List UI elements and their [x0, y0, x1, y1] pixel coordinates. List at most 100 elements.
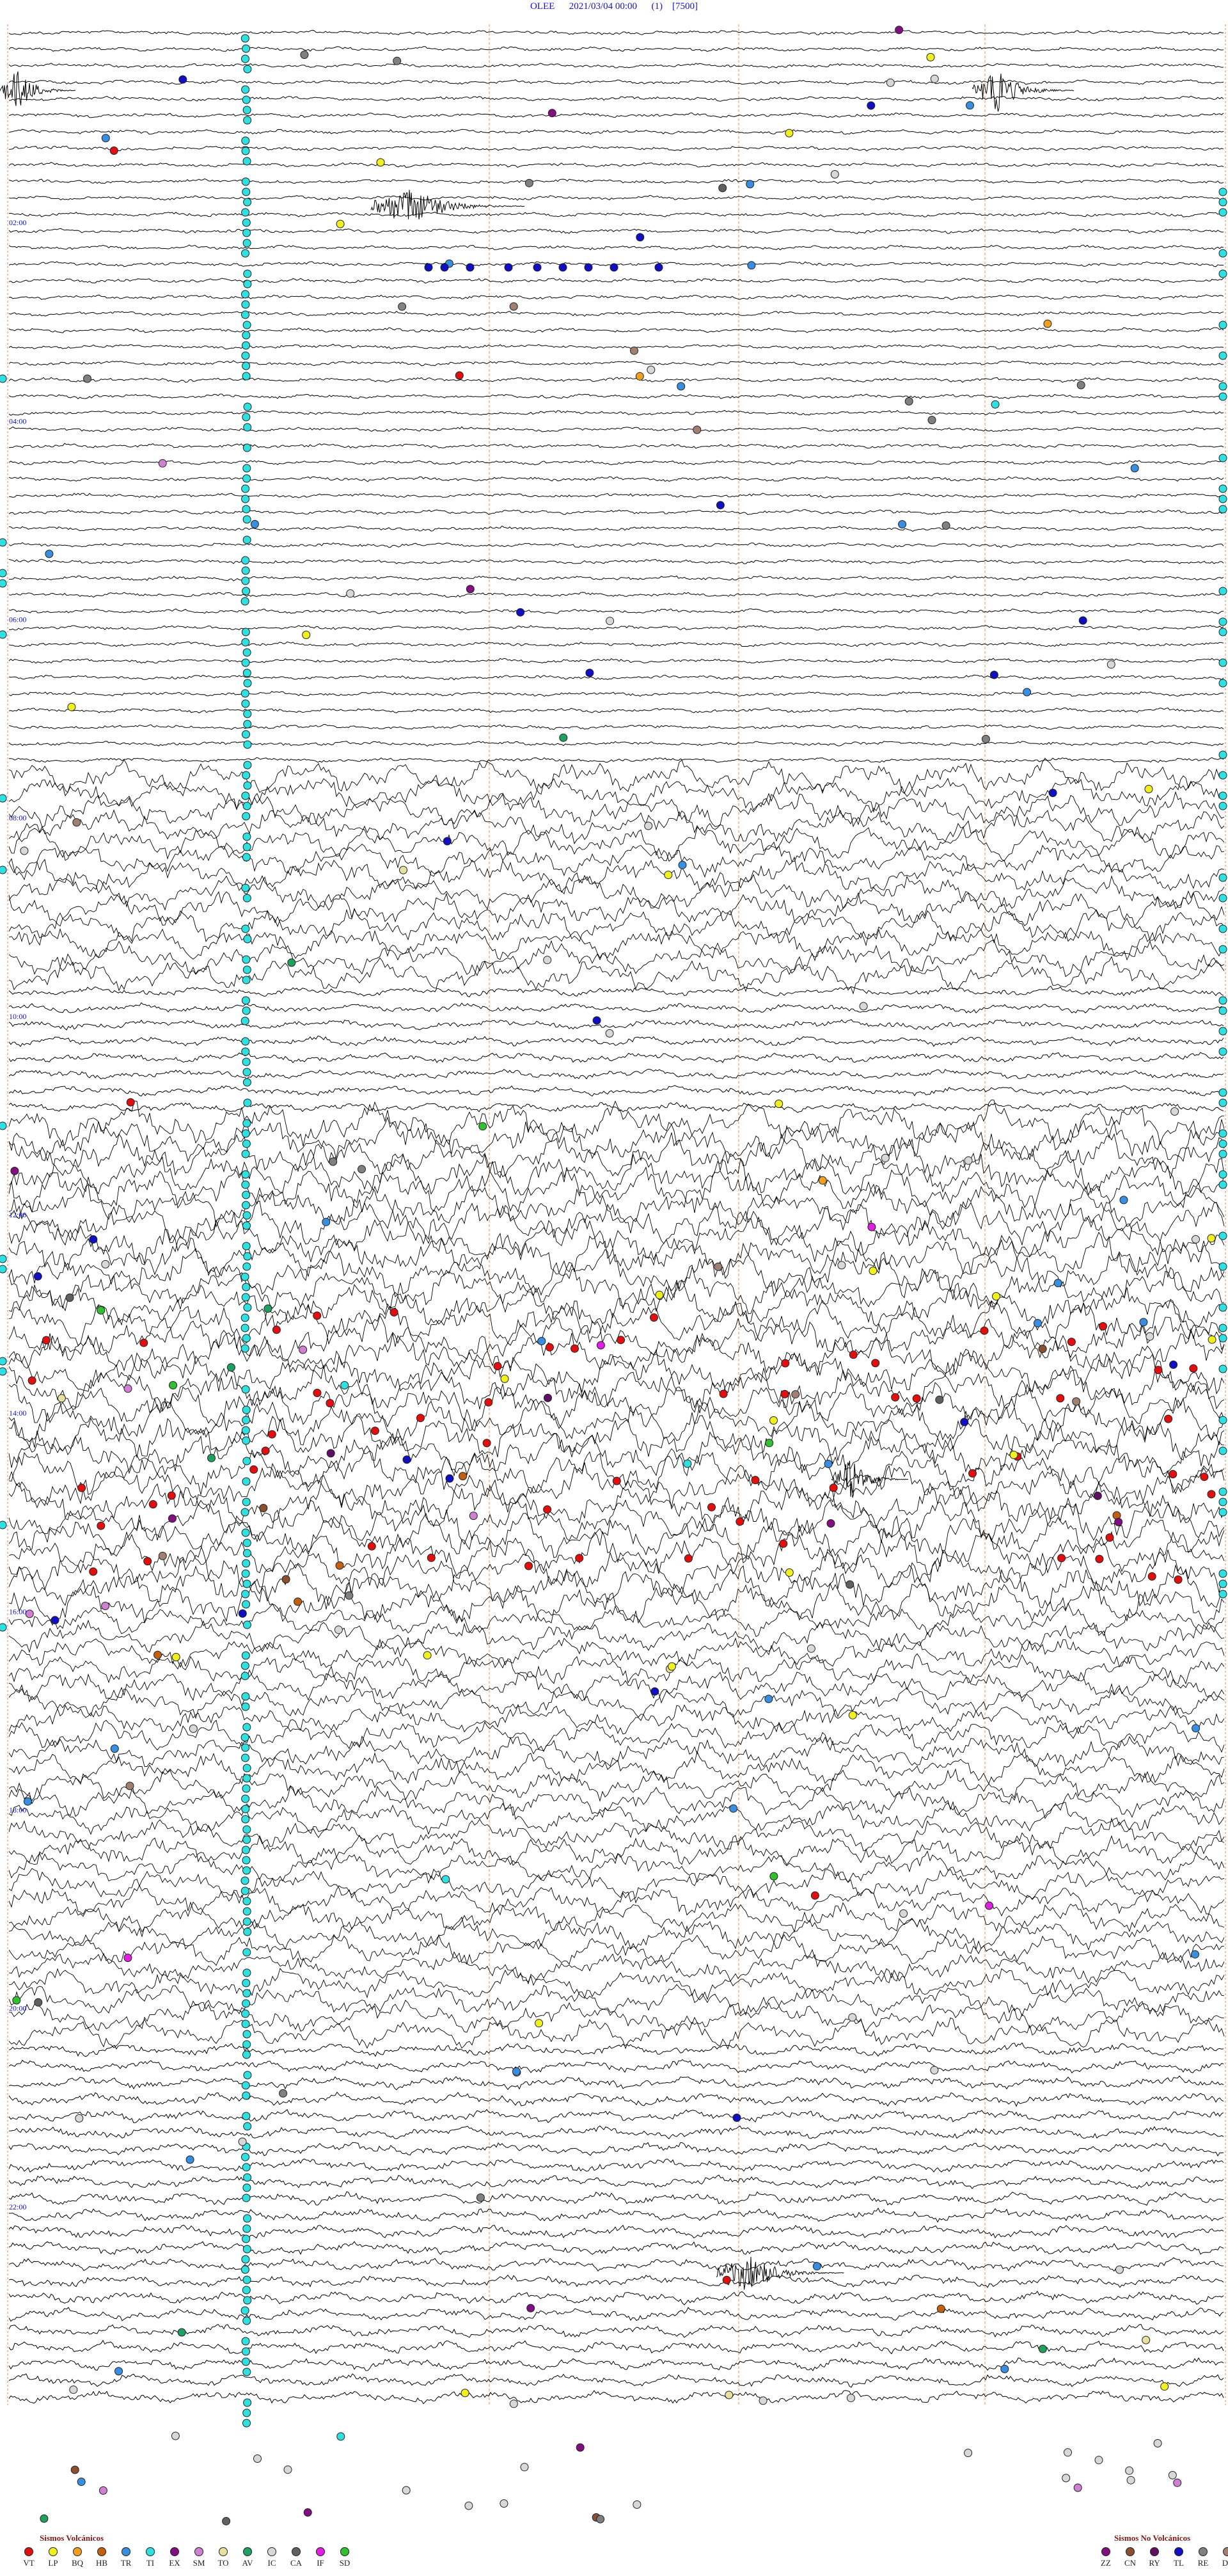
legend-dot-icon	[97, 2547, 106, 2556]
event-marker	[592, 1016, 601, 1025]
event-marker	[346, 589, 355, 598]
event-marker-ti	[242, 1948, 251, 1957]
event-marker	[358, 1165, 366, 1174]
event-marker-ti	[243, 2173, 252, 2182]
event-marker-ti	[242, 648, 251, 657]
event-marker-ti	[1218, 1262, 1227, 1271]
legend-code: SD	[339, 2558, 350, 2568]
event-marker	[927, 416, 936, 425]
event-marker-ti	[241, 556, 250, 565]
event-marker-ti	[240, 1272, 249, 1281]
seismic-trace	[8, 1036, 1224, 1047]
legend-code: RE	[1197, 2558, 1209, 2568]
event-marker-ti	[242, 1835, 251, 1844]
seismic-trace	[8, 691, 1224, 697]
event-marker	[524, 178, 533, 187]
seismic-trace	[8, 1579, 1225, 1626]
event-marker	[69, 2385, 78, 2394]
legend-code: TL	[1174, 2558, 1184, 2568]
seismic-trace	[8, 1802, 1225, 1835]
hour-labels: 02:00 04:00 06:00 08:00 10:00 12:00 14:00 16:00…	[9, 218, 26, 2211]
event-marker-ti	[242, 515, 251, 524]
legend-item-sd: SD	[334, 2547, 356, 2568]
seismic-trace	[8, 2191, 1224, 2206]
seismic-trace	[8, 891, 1225, 928]
event-marker	[89, 1567, 98, 1576]
event-marker-ti	[242, 1784, 251, 1793]
event-marker	[1169, 1360, 1178, 1369]
hour-label: 20:00	[9, 2004, 26, 2013]
event-marker-ti	[242, 2408, 251, 2417]
event-marker-ti	[241, 924, 250, 933]
event-marker	[482, 1439, 491, 1448]
seismic-trace	[8, 1669, 1225, 1704]
event-marker	[281, 1575, 290, 1584]
event-marker	[846, 2394, 855, 2403]
event-marker-ti	[243, 709, 252, 718]
seismic-trace	[8, 1547, 1225, 1595]
event-marker-ti	[0, 794, 7, 803]
seismic-trace	[8, 1149, 1225, 1196]
event-marker	[302, 631, 311, 639]
seismic-trace	[8, 908, 1225, 944]
seismic-trace	[8, 344, 1224, 350]
event-marker-ti	[242, 2163, 251, 2172]
event-marker-ti	[242, 341, 250, 350]
event-marker	[1000, 2364, 1009, 2373]
event-marker	[279, 2089, 288, 2098]
event-marker	[605, 1029, 614, 1038]
event-marker-ti	[241, 54, 249, 63]
event-marker	[980, 1326, 989, 1335]
event-marker-ti	[242, 2367, 251, 2376]
seismic-trace	[8, 493, 1224, 499]
event-marker	[837, 1261, 846, 1270]
event-marker-ti	[243, 198, 252, 207]
event-marker	[543, 1505, 552, 1514]
event-marker	[807, 1644, 815, 1653]
event-marker-ti	[241, 351, 250, 360]
seismic-trace	[8, 2290, 1224, 2305]
event-marker-ti	[243, 2398, 252, 2407]
event-marker-ti	[1218, 1006, 1227, 1015]
event-marker	[126, 1098, 135, 1107]
event-marker	[1125, 2466, 1134, 2475]
seismic-trace	[8, 939, 1225, 977]
event-marker	[123, 1954, 132, 1963]
seismic-trace	[8, 658, 1224, 664]
event-marker-tl	[654, 263, 663, 272]
event-marker-ti	[0, 1623, 7, 1632]
seismic-trace	[8, 294, 1224, 301]
seismic-trace	[8, 178, 1224, 185]
legend-dot-icon	[122, 2547, 130, 2556]
seismic-trace	[8, 460, 1224, 466]
seismic-trace	[8, 2241, 1224, 2256]
event-marker	[1072, 1397, 1081, 1406]
seismic-trace	[8, 1735, 1225, 1767]
event-marker	[367, 1542, 376, 1551]
event-marker-ti	[243, 761, 252, 770]
seismic-trace	[8, 377, 1224, 383]
event-marker-ti	[242, 187, 251, 196]
event-marker-ti	[242, 1068, 251, 1077]
legend-volcanic-title: Sismos Volcánicos	[40, 2533, 104, 2543]
event-marker-ti	[0, 374, 7, 383]
seismic-trace	[8, 1085, 1224, 1097]
seismic-trace	[8, 757, 1224, 763]
seismic-trace	[8, 1653, 1225, 1685]
seismic-trace	[8, 775, 1225, 813]
legend-dot-icon	[1199, 2547, 1208, 2556]
event-marker-ti	[240, 1508, 249, 1517]
event-marker-ti	[1218, 771, 1227, 780]
event-marker	[303, 2508, 312, 2517]
event-marker-ti	[241, 1743, 250, 1752]
seismic-trace	[8, 393, 1224, 400]
event-marker-ti	[242, 505, 251, 514]
event-marker-ti	[242, 1620, 251, 1629]
event-marker	[1191, 1950, 1199, 1959]
event-marker-ti	[242, 1457, 251, 1466]
event-marker	[989, 670, 998, 679]
event-marker-ti	[241, 310, 249, 319]
event-marker-ti	[241, 1794, 250, 1803]
event-marker-tl	[584, 263, 593, 272]
event-marker	[714, 1262, 723, 1271]
